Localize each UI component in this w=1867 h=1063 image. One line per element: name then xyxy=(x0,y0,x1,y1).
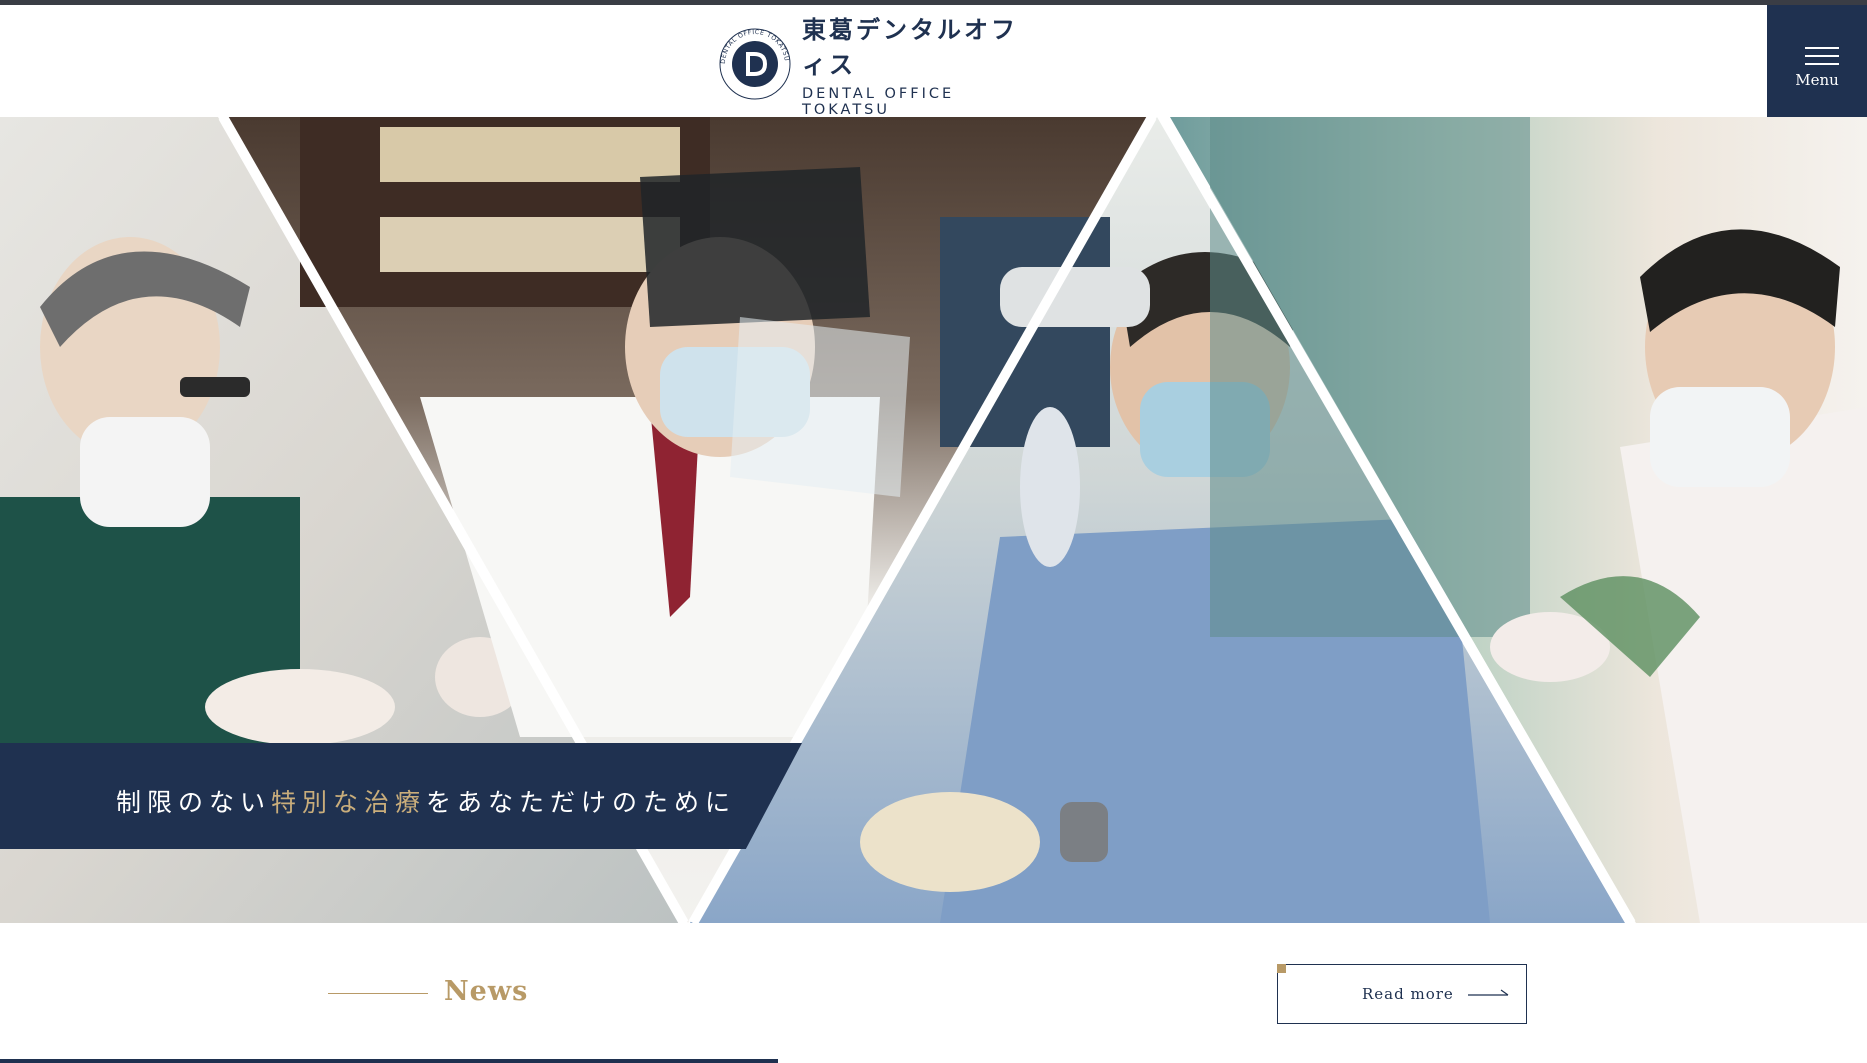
menu-button[interactable]: Menu xyxy=(1767,5,1867,117)
tagline-accent: 特別な治療 xyxy=(271,788,427,817)
logo-japanese-name: 東葛デンタルオフィス xyxy=(802,16,1018,79)
tagline-suffix: をあなただけのために xyxy=(426,788,737,817)
dental-d-logo-icon: DENTAL OFFICE TOKATSU xyxy=(719,28,791,100)
hero-tagline: 制限のない特別な治療をあなただけのために xyxy=(116,783,736,819)
tagline-prefix: 制限のない xyxy=(116,788,272,817)
site-header: DENTAL OFFICE TOKATSU 東葛デンタルオフィス DENTAL … xyxy=(0,5,1867,118)
menu-label: Menu xyxy=(1795,71,1839,89)
read-more-corner-accent xyxy=(1277,964,1286,973)
news-title: News xyxy=(444,976,529,1007)
logo-english-name: DENTAL OFFICE TOKATSU xyxy=(802,86,955,118)
bottom-progress-strip xyxy=(0,1059,778,1063)
hamburger-icon xyxy=(1805,47,1839,65)
news-section: News Read more xyxy=(0,923,1867,1063)
read-more-label: Read more xyxy=(1362,985,1454,1003)
read-more-button[interactable]: Read more xyxy=(1277,964,1527,1024)
news-title-rule xyxy=(328,993,428,994)
hero-tagline-band: 制限のない特別な治療をあなただけのために xyxy=(0,743,802,849)
arrow-right-icon xyxy=(1468,989,1509,996)
hero-section: 制限のない特別な治療をあなただけのために xyxy=(0,117,1867,923)
site-logo[interactable]: DENTAL OFFICE TOKATSU 東葛デンタルオフィス DENTAL … xyxy=(718,16,1028,118)
